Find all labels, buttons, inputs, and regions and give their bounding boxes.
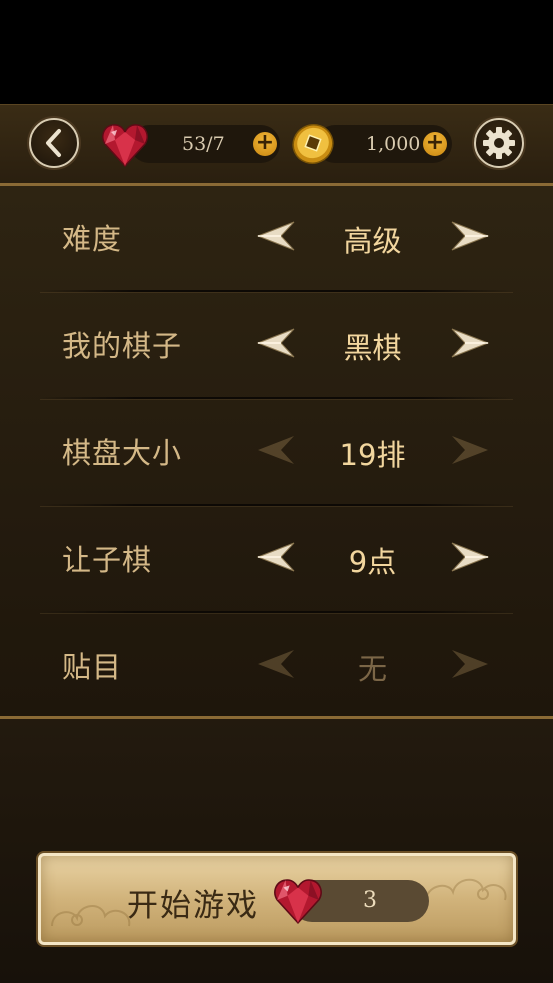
arrow-right-icon <box>452 436 488 464</box>
add-hearts-button[interactable]: + <box>253 132 277 156</box>
setting-value: 黑棋 <box>343 331 402 365</box>
cloud-ornament-icon <box>425 878 507 901</box>
row-divider <box>40 611 513 613</box>
arrow-left-icon[interactable] <box>255 539 297 575</box>
chevron-left-icon <box>46 129 61 157</box>
hearts-counter: 53/7 + <box>130 125 280 163</box>
back-button[interactable] <box>29 118 79 168</box>
setting-row-difficulty: 难度 高级 <box>0 186 553 293</box>
setting-label: 难度 <box>62 222 123 256</box>
ruby-heart-icon <box>274 879 322 925</box>
arrow-left-icon[interactable] <box>255 325 297 361</box>
setting-value: 无 <box>357 652 387 686</box>
row-divider <box>40 397 513 399</box>
setting-label: 贴目 <box>62 650 123 684</box>
row-divider <box>40 290 513 292</box>
setting-label: 让子棋 <box>62 543 153 577</box>
arrow-right-icon[interactable] <box>449 218 491 254</box>
setting-row-komi: 贴目 无 <box>0 614 553 721</box>
status-bar-area <box>0 0 553 104</box>
row-divider <box>40 504 513 506</box>
top-resource-bar: 53/7 + 1,000 + <box>0 104 553 186</box>
cloud-ornament-icon <box>51 905 131 927</box>
setting-label: 棋盘大小 <box>62 436 183 470</box>
arrow-right-icon <box>452 650 488 678</box>
setting-row-board-size: 棋盘大小 19排 <box>0 400 553 507</box>
coins-counter: 1,000 + <box>316 125 452 163</box>
arrow-left-icon <box>258 436 294 464</box>
start-game-label: 开始游戏 <box>127 888 259 924</box>
arrow-right-icon[interactable] <box>449 325 491 361</box>
gold-coin-icon <box>292 124 334 164</box>
arrow-left-icon[interactable] <box>255 218 297 254</box>
setting-row-handicap: 让子棋 9点 <box>0 507 553 614</box>
setting-value: 9点 <box>348 545 397 579</box>
coins-count: 1,000 <box>366 133 421 155</box>
ruby-heart-icon <box>102 124 148 168</box>
add-coins-button[interactable]: + <box>423 132 447 156</box>
settings-button[interactable] <box>474 118 524 168</box>
hearts-count: 53/7 <box>182 133 225 155</box>
arrow-right-icon[interactable] <box>449 539 491 575</box>
setting-value: 19排 <box>339 438 406 472</box>
setting-label: 我的棋子 <box>62 329 183 363</box>
settings-panel: 难度 高级 我的棋子 黑棋 棋盘大小 19排 让子棋 9点 贴目 无 <box>0 186 553 719</box>
arrow-left-icon <box>258 650 294 678</box>
gear-icon <box>483 127 515 159</box>
start-game-button[interactable]: 开始游戏 3 <box>38 853 516 945</box>
setting-value: 高级 <box>343 224 402 258</box>
setting-row-my-stones: 我的棋子 黑棋 <box>0 293 553 400</box>
